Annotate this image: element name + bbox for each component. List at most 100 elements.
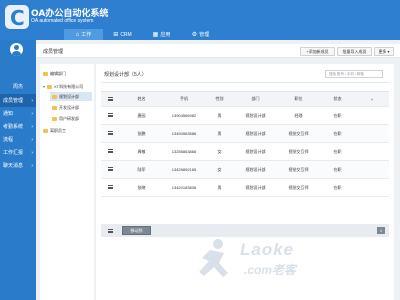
tab-label: CRM: [120, 31, 132, 38]
sidebar-item-label: 聊天消息: [3, 163, 24, 169]
page-title: 成员管理: [43, 49, 64, 55]
table-header: 姓名 手机 性别 部门 职位 状态 +: [101, 91, 389, 107]
row-handle[interactable]: [101, 106, 120, 125]
row-handle[interactable]: [101, 160, 120, 179]
tree-item-resigned[interactable]: 离职员工: [43, 126, 66, 135]
runner-logo-icon: [199, 239, 228, 277]
cell-gender: 女: [205, 142, 234, 161]
tree-item-planning[interactable]: 规划设计部: [50, 92, 92, 101]
watermark-url: .com老客: [244, 263, 297, 277]
menu-icon[interactable]: [108, 229, 113, 233]
sidebar-menu: 成员管理 › 通知 › 考勤系统 › 流程 › 工作汇报 › 聊天消息 ›: [0, 94, 36, 172]
avatar[interactable]: [10, 43, 23, 56]
row-handle[interactable]: [101, 124, 120, 143]
table-row[interactable]: 张鹏 13494563586 男 规划设计部 视觉交互师 在职: [101, 124, 389, 143]
cell-position: 视觉交互师: [277, 160, 320, 179]
tree-item-user-rd[interactable]: 用户研发部: [52, 114, 79, 123]
cell-phone: 13494563586: [163, 124, 205, 143]
column-header[interactable]: 性别: [205, 91, 234, 107]
menu-icon: [108, 185, 113, 189]
select-all-handle[interactable]: [101, 91, 120, 107]
tab-work[interactable]: ⌂ 工作: [64, 29, 103, 40]
chevron-right-icon: ›: [31, 149, 33, 156]
table-row[interactable]: 周敏 13256863866 女 规划设计部 视觉交互师 在职: [101, 142, 389, 161]
sidebar-item-members[interactable]: 成员管理 ›: [0, 94, 36, 107]
table-row[interactable]: 唐园 13904566982 男 规划设计部 经理 在职: [101, 106, 389, 125]
apps-icon: ▦: [152, 32, 159, 38]
tab-crm[interactable]: ⊞ CRM: [103, 29, 142, 40]
table-row[interactable]: 张晓 13420183836 男 规划设计部 视觉交互师 在职: [101, 178, 389, 197]
column-header[interactable]: 职位: [277, 91, 320, 107]
tree-item-label: XT科技有限公司: [54, 83, 84, 89]
folder-icon: [52, 105, 57, 110]
tree-item-company[interactable]: ▾ XT科技有限公司: [43, 82, 83, 91]
column-header[interactable]: 手机: [163, 91, 205, 107]
top-nav: ⌂ 工作 ⊞ CRM ▦ 应用 ⚙ 管理: [64, 29, 220, 40]
chevron-right-icon: ›: [31, 110, 33, 117]
row-handle[interactable]: [101, 142, 120, 161]
move-to-button[interactable]: 移动到: [122, 226, 151, 235]
sidebar-item-label: 成员管理: [3, 98, 24, 104]
sidebar-item-label: 通知: [3, 111, 14, 117]
sidebar: 周杰 成员管理 › 通知 › 考勤系统 › 流程 › 工作汇报 › 聊天消息 ›: [0, 40, 36, 300]
more-button[interactable]: 更多 ▾: [374, 47, 394, 56]
cell-position: 视觉交互师: [277, 142, 320, 161]
search-input[interactable]: 搜索 账号 / 手机 / 邮箱: [325, 70, 383, 78]
cell-gender: 男: [205, 178, 234, 197]
chevron-right-icon: ›: [31, 123, 33, 130]
cell-name: 张晓: [120, 178, 163, 197]
column-header[interactable]: 姓名: [120, 91, 163, 107]
sidebar-item-attendance[interactable]: 考勤系统 ›: [0, 120, 36, 133]
menu-icon: [108, 149, 113, 153]
tree-item-dev[interactable]: 开发设计部: [52, 103, 79, 112]
folder-icon: [52, 94, 57, 99]
cell-status: 在职: [320, 160, 355, 179]
cell-dept: 规划设计部: [234, 178, 277, 197]
tab-label: 管理: [199, 32, 210, 38]
folder-icon: [43, 71, 48, 76]
cell-position: 视觉交互师: [277, 124, 320, 143]
page-number[interactable]: 1: [377, 227, 385, 234]
cell-dept: 规划设计部: [234, 124, 277, 143]
add-member-button[interactable]: +添加新成员: [300, 47, 335, 56]
department-title: 规划设计部（5人）: [104, 72, 147, 78]
table-row[interactable]: 陆军 13426892165 女 规划设计部 视觉交互师 在职: [101, 160, 389, 179]
column-header[interactable]: 部门: [234, 91, 277, 107]
menu-icon: [108, 96, 113, 101]
row-handle[interactable]: [101, 178, 120, 197]
cell-phone: 13904566982: [163, 106, 205, 125]
divider: [101, 82, 389, 83]
cell-gender: 男: [205, 106, 234, 125]
sidebar-item-workflow[interactable]: 流程 ›: [0, 133, 36, 146]
add-column-button[interactable]: +: [355, 91, 389, 107]
gear-icon: ⚙: [191, 32, 198, 38]
cell-phone: 13256863866: [163, 142, 205, 161]
cell-name: 唐园: [120, 106, 163, 125]
watermark-word: Laoke: [240, 240, 295, 259]
cell-phone: 13420183836: [163, 178, 205, 197]
cell-empty: [355, 142, 389, 161]
cell-dept: 规划设计部: [234, 106, 277, 125]
member-table: 姓名 手机 性别 部门 职位 状态 + 唐园 13904566982 男 规划设…: [101, 91, 389, 197]
top-bar: OA办公自动化系统 OA automated office system ⌂ 工…: [0, 0, 400, 40]
tree-item-label: 离职员工: [50, 127, 66, 133]
tab-manage[interactable]: ⚙ 管理: [181, 29, 220, 40]
sidebar-item-chat[interactable]: 聊天消息 ›: [0, 159, 36, 172]
app-logo: [5, 5, 29, 30]
sidebar-item-label: 工作汇报: [3, 150, 24, 156]
cell-gender: 男: [205, 124, 234, 143]
cell-gender: 女: [205, 160, 234, 179]
sidebar-item-notice[interactable]: 通知 ›: [0, 107, 36, 120]
column-header[interactable]: 状态: [320, 91, 355, 107]
tree-item-edit-dept[interactable]: 编辑部门: [43, 69, 66, 78]
batch-import-button[interactable]: 批量导入成员: [337, 47, 372, 56]
home-icon: ⌂: [75, 31, 80, 38]
cell-position: 经理: [277, 106, 320, 125]
chevron-down-icon: ▾: [43, 84, 46, 89]
folder-icon: [43, 128, 48, 133]
main-area: 成员管理 +添加新成员 批量导入成员 更多 ▾ 编辑部门 ▾ XT科技有限公司 …: [36, 40, 400, 300]
tab-apps[interactable]: ▦ 应用: [142, 29, 181, 40]
cell-status: 在职: [320, 142, 355, 161]
cell-empty: [355, 160, 389, 179]
sidebar-item-reports[interactable]: 工作汇报 ›: [0, 146, 36, 159]
